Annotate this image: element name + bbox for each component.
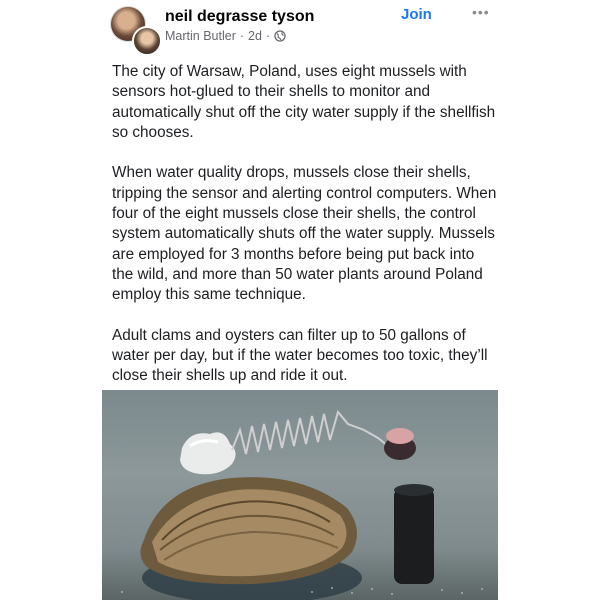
globe-icon [274, 30, 286, 42]
post-photo[interactable] [102, 390, 498, 600]
meta-separator: · [239, 29, 245, 43]
more-options-icon[interactable]: ••• [472, 4, 490, 20]
mussel-photo-illustration [121, 409, 483, 600]
avatar-group[interactable] [110, 6, 162, 56]
post-text: The city of Warsaw, Poland, uses eight m… [112, 62, 497, 407]
group-name[interactable]: neil degrasse tyson [165, 8, 314, 26]
join-button[interactable]: Join [401, 6, 432, 23]
post-time[interactable]: 2d [248, 29, 262, 43]
post-meta: Martin Butler · 2d · [165, 29, 286, 43]
meta-separator-2: · [265, 29, 271, 43]
poster-name[interactable]: Martin Butler [165, 29, 236, 43]
post-paragraph: Adult clams and oysters can filter up to… [112, 326, 488, 385]
poster-avatar[interactable] [132, 26, 162, 56]
post-paragraph: When water quality drops, mussels close … [112, 164, 497, 304]
post-paragraph: The city of Warsaw, Poland, uses eight m… [112, 63, 496, 141]
